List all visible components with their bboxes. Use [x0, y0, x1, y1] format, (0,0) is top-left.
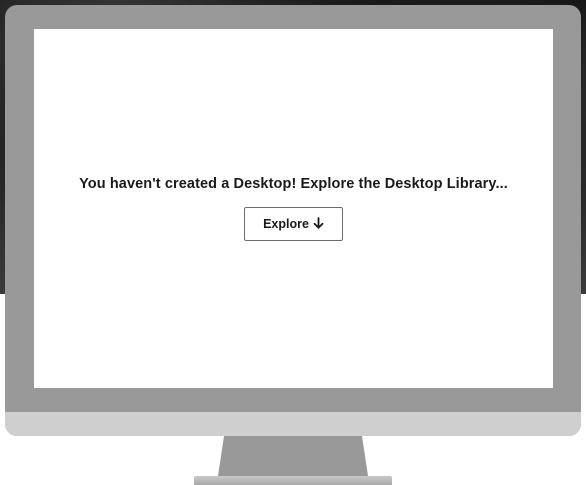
- explore-button-label: Explore: [263, 217, 309, 231]
- monitor-chin: [5, 412, 581, 436]
- monitor-stand-base: [194, 476, 392, 485]
- monitor-stand-neck: [218, 436, 368, 476]
- monitor-screen: You haven't created a Desktop! Explore t…: [34, 29, 553, 388]
- arrow-down-icon: [313, 217, 324, 231]
- empty-state-message: You haven't created a Desktop! Explore t…: [79, 176, 508, 192]
- monitor-frame: You haven't created a Desktop! Explore t…: [5, 5, 581, 436]
- explore-button[interactable]: Explore: [244, 207, 343, 241]
